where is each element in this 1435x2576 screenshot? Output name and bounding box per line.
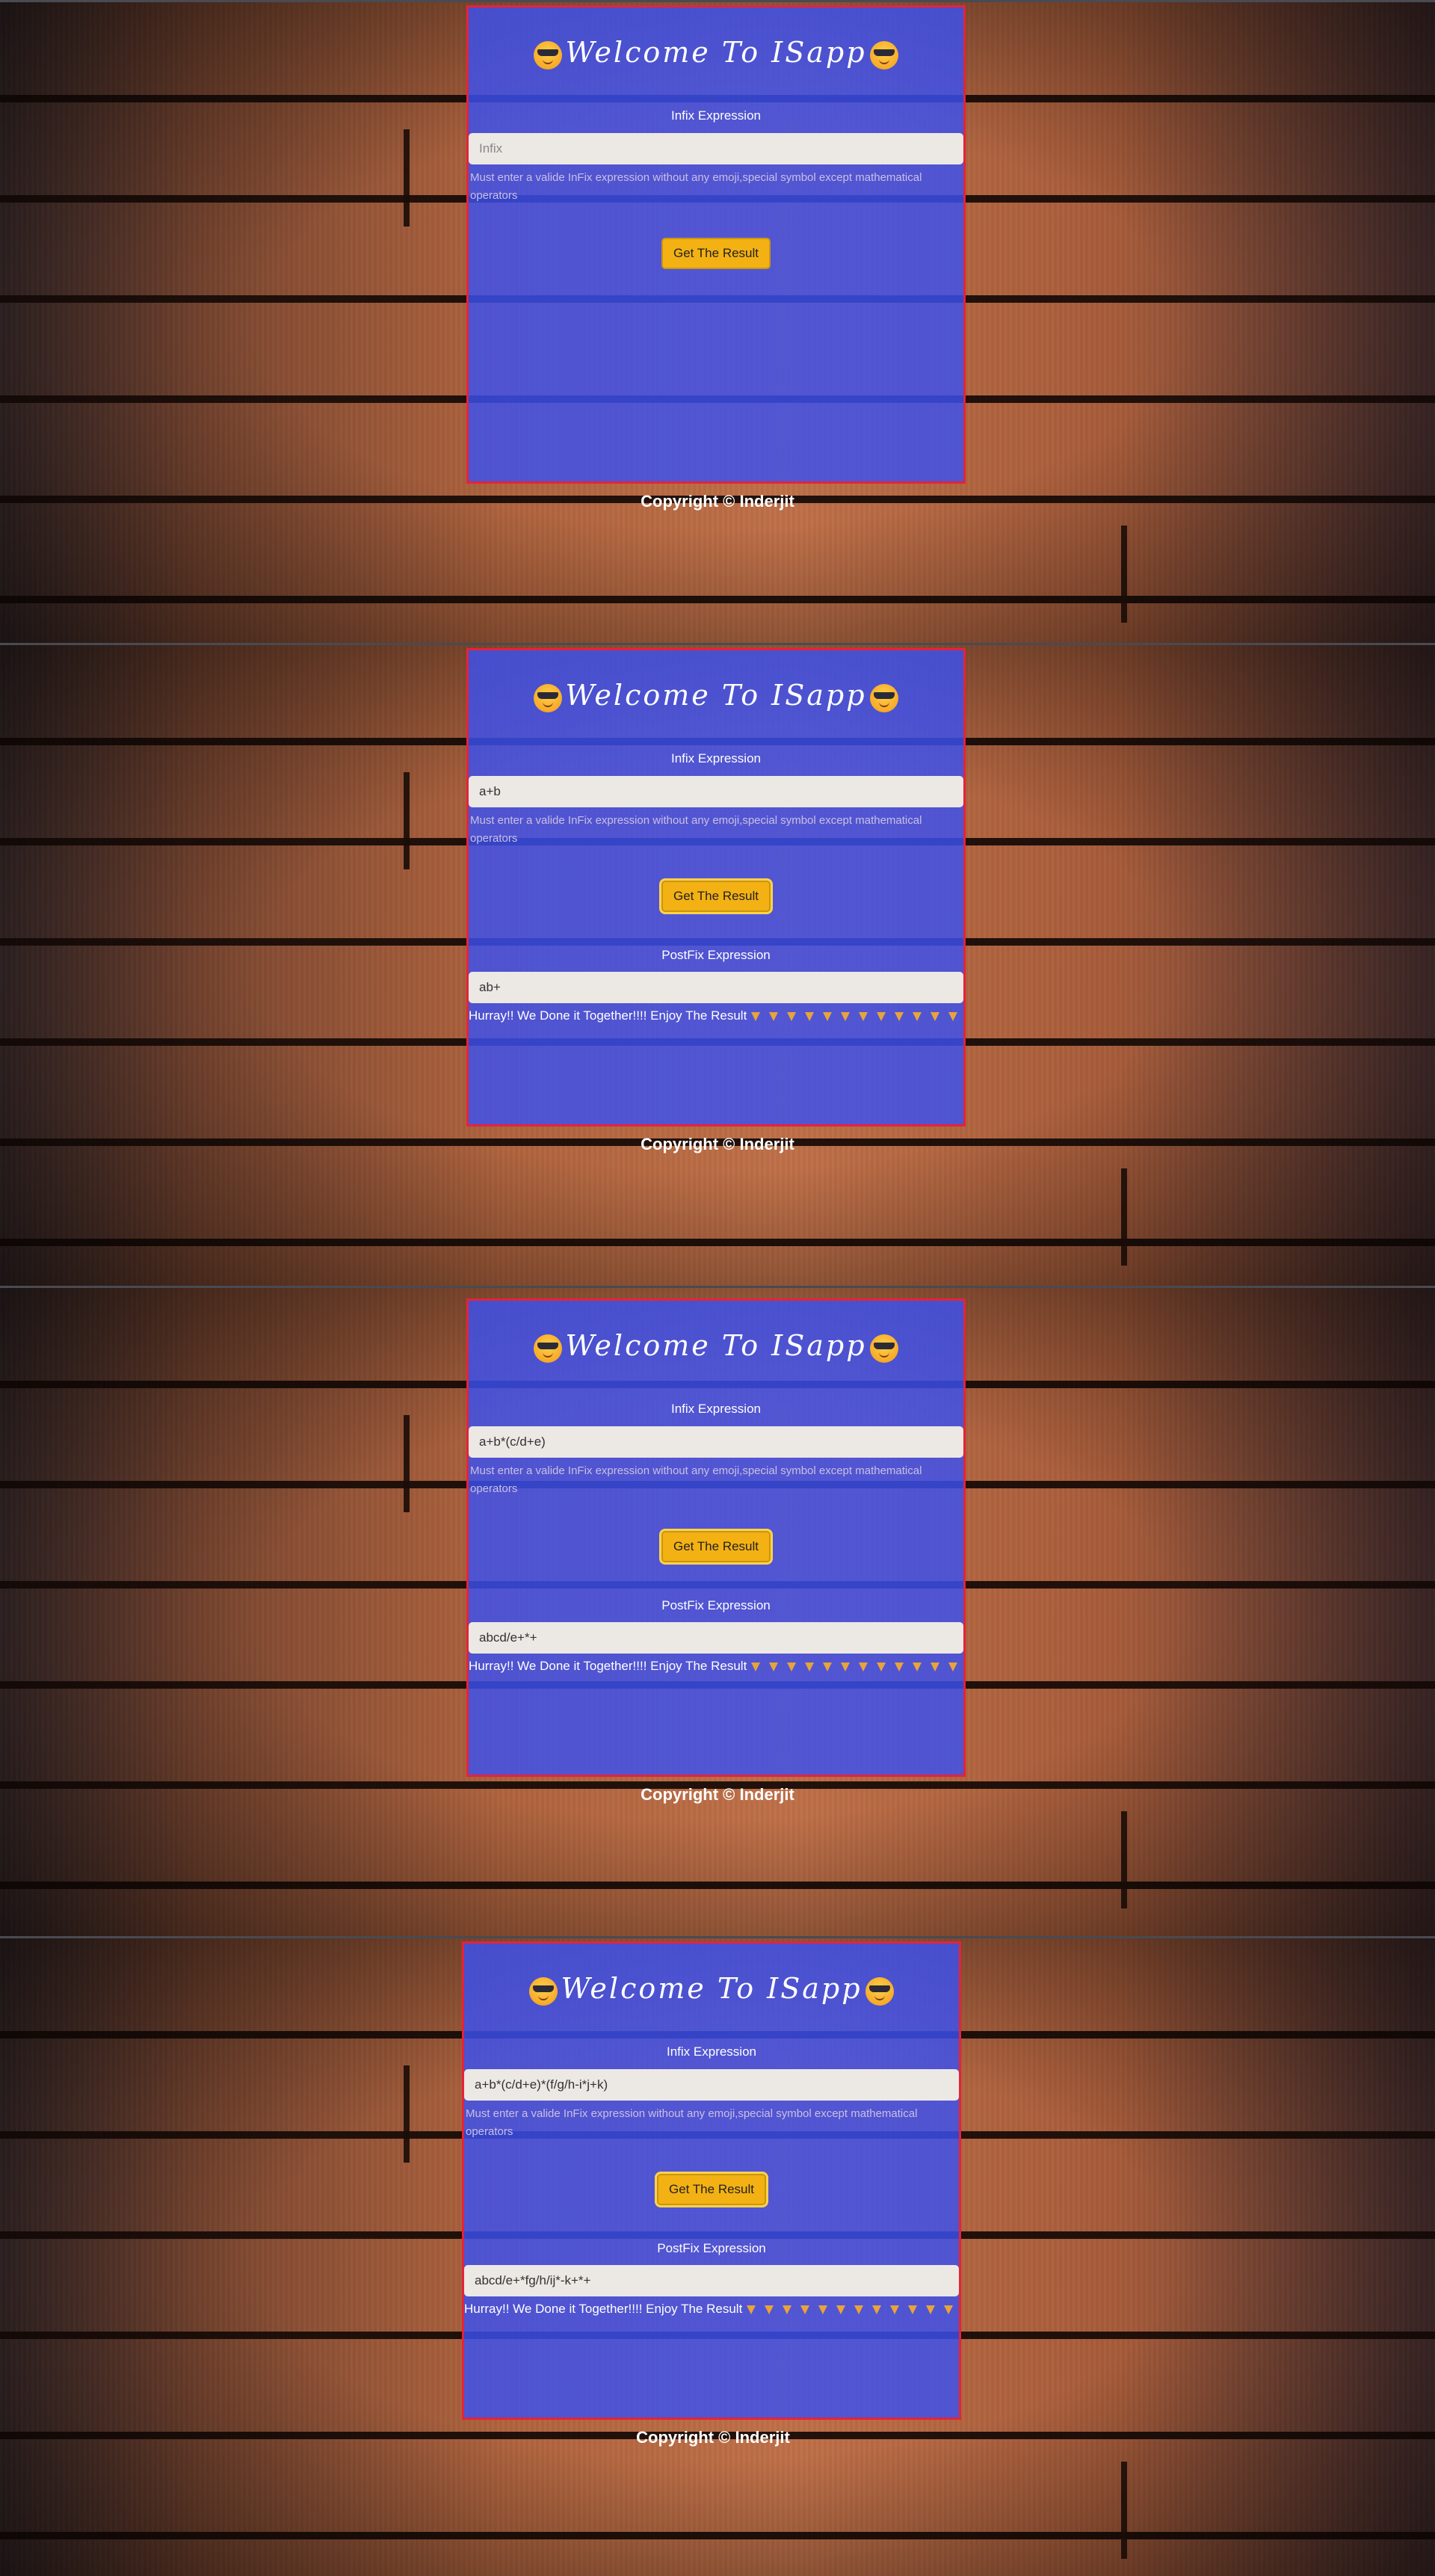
infix-label: Infix Expression bbox=[671, 1402, 761, 1416]
pizza-slice-icon bbox=[877, 1662, 886, 1671]
postfix-label: PostFix Expression bbox=[661, 948, 771, 962]
hurray-message: Hurray!! We Done it Together!!!! Enjoy T… bbox=[464, 2299, 959, 2320]
pizza-slice-icon bbox=[913, 1662, 922, 1671]
app-card: Welcome To ISapp Infix Expression Must e… bbox=[466, 5, 966, 484]
screenshot-panel-1: Welcome To ISapp Infix Expression Must e… bbox=[0, 0, 1435, 645]
sunglasses-face-icon bbox=[534, 40, 563, 70]
get-result-button[interactable]: Get The Result bbox=[661, 238, 771, 269]
app-card: Welcome To ISapp Infix Expression Must e… bbox=[462, 1941, 961, 2420]
pizza-slice-icon bbox=[818, 2305, 828, 2314]
pizza-slice-icon bbox=[890, 2305, 900, 2314]
help-text: Must enter a valide InFix expression wit… bbox=[466, 2107, 918, 2138]
postfix-label: PostFix Expression bbox=[661, 1598, 771, 1612]
pizza-slice-icon bbox=[926, 2305, 936, 2314]
pizza-slice-icon bbox=[859, 1011, 868, 1021]
pizza-slice-icon bbox=[800, 2305, 810, 2314]
get-result-button[interactable]: Get The Result bbox=[661, 1531, 771, 1562]
infix-input[interactable] bbox=[464, 2069, 959, 2101]
pizza-slice-icon bbox=[895, 1662, 904, 1671]
infix-label: Infix Expression bbox=[671, 108, 761, 123]
app-card: Welcome To ISapp Infix Expression Must e… bbox=[466, 1298, 966, 1777]
copyright-text: Copyright © Inderjit bbox=[641, 492, 794, 511]
pizza-slice-icon bbox=[751, 1011, 761, 1021]
pizza-slice-icon bbox=[765, 2305, 774, 2314]
pizza-slice-icon bbox=[823, 1662, 833, 1671]
infix-label: Infix Expression bbox=[667, 2045, 756, 2059]
app-title: Welcome To ISapp bbox=[469, 1329, 963, 1363]
pizza-slice-icon bbox=[783, 2305, 792, 2314]
screenshot-panel-2: Welcome To ISapp Infix Expression Must e… bbox=[0, 643, 1435, 1288]
help-text: Must enter a valide InFix expression wit… bbox=[470, 1464, 922, 1495]
pizza-slice-icon bbox=[908, 2305, 918, 2314]
pizza-slice-icon bbox=[931, 1662, 940, 1671]
sunglasses-face-icon bbox=[869, 1334, 898, 1363]
screenshot-panel-4: Welcome To ISapp Infix Expression Must e… bbox=[0, 1936, 1435, 2576]
app-title: Welcome To ISapp bbox=[464, 1972, 959, 2006]
sunglasses-face-icon bbox=[869, 40, 898, 70]
pizza-slice-icon bbox=[944, 2305, 954, 2314]
pizza-slice-icon bbox=[841, 1662, 851, 1671]
pizza-slice-icon bbox=[751, 1662, 761, 1671]
pizza-slice-icon bbox=[747, 2305, 756, 2314]
pizza-slice-icon bbox=[877, 1011, 886, 1021]
pizza-slice-icon bbox=[859, 1662, 868, 1671]
help-text: Must enter a valide InFix expression wit… bbox=[470, 171, 922, 202]
pizza-slice-icon bbox=[872, 2305, 882, 2314]
pizza-slice-icon bbox=[836, 2305, 846, 2314]
app-title: Welcome To ISapp bbox=[469, 679, 963, 712]
copyright-text: Copyright © Inderjit bbox=[641, 1785, 794, 1804]
pizza-slice-icon bbox=[805, 1011, 815, 1021]
pizza-slice-icon bbox=[931, 1011, 940, 1021]
pizza-slice-icon bbox=[841, 1011, 851, 1021]
postfix-output: ab+ bbox=[469, 972, 963, 1003]
sunglasses-face-icon bbox=[865, 1976, 894, 2006]
pizza-slice-icon bbox=[787, 1662, 797, 1671]
pizza-slice-icon bbox=[854, 2305, 864, 2314]
hurray-message: Hurray!! We Done it Together!!!! Enjoy T… bbox=[469, 1656, 963, 1677]
infix-input[interactable] bbox=[469, 133, 963, 164]
infix-label: Infix Expression bbox=[671, 751, 761, 765]
infix-input[interactable] bbox=[469, 776, 963, 807]
get-result-button[interactable]: Get The Result bbox=[661, 881, 771, 912]
postfix-output: abcd/e+*fg/h/ij*-k+*+ bbox=[464, 2265, 959, 2296]
screenshot-panel-3: Welcome To ISapp Infix Expression Must e… bbox=[0, 1286, 1435, 1938]
pizza-slice-icon bbox=[769, 1011, 779, 1021]
sunglasses-face-icon bbox=[869, 683, 898, 712]
postfix-label: PostFix Expression bbox=[657, 2241, 766, 2255]
pizza-slice-icon bbox=[823, 1011, 833, 1021]
pizza-slice-icon bbox=[895, 1011, 904, 1021]
infix-input[interactable] bbox=[469, 1426, 963, 1458]
app-card: Welcome To ISapp Infix Expression Must e… bbox=[466, 648, 966, 1127]
app-title: Welcome To ISapp bbox=[469, 36, 963, 70]
pizza-slice-icon bbox=[805, 1662, 815, 1671]
pizza-slice-icon bbox=[787, 1011, 797, 1021]
sunglasses-face-icon bbox=[534, 1334, 563, 1363]
pizza-slice-icon bbox=[769, 1662, 779, 1671]
copyright-text: Copyright © Inderjit bbox=[636, 2428, 790, 2447]
sunglasses-face-icon bbox=[534, 683, 563, 712]
pizza-slice-icon bbox=[948, 1011, 958, 1021]
pizza-slice-icon bbox=[913, 1011, 922, 1021]
help-text: Must enter a valide InFix expression wit… bbox=[470, 814, 922, 845]
pizza-slice-icon bbox=[948, 1662, 958, 1671]
get-result-button[interactable]: Get The Result bbox=[657, 2174, 766, 2205]
sunglasses-face-icon bbox=[529, 1976, 558, 2006]
copyright-text: Copyright © Inderjit bbox=[641, 1135, 794, 1153]
hurray-message: Hurray!! We Done it Together!!!! Enjoy T… bbox=[469, 1005, 963, 1026]
postfix-output: abcd/e+*+ bbox=[469, 1622, 963, 1654]
